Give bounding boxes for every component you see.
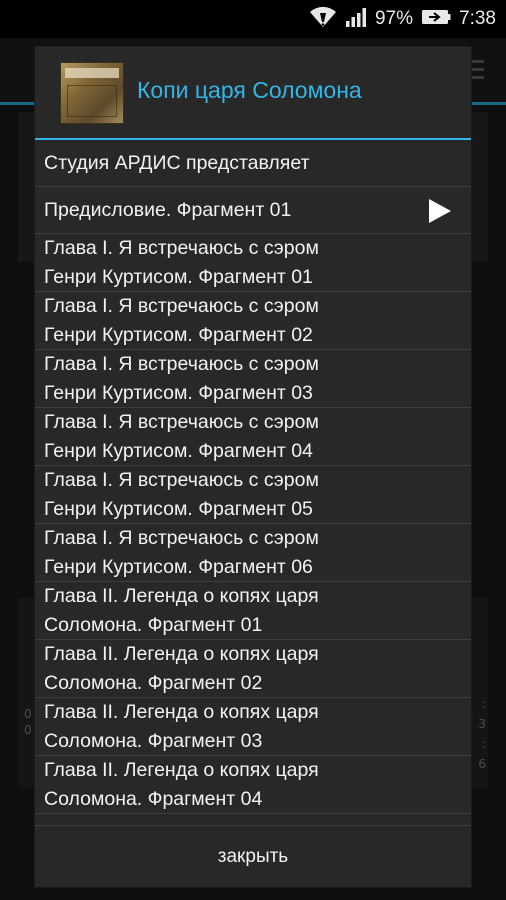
background-right-values: : 3 : 6 [478,697,486,771]
playlist-dialog: Копи царя Соломона Студия АРДИС представ… [35,47,471,887]
status-bar: 97% 7:38 [0,0,506,38]
item-label: Глава I. Я встречаюсь с сэром Генри Курти… [44,469,319,520]
wifi-icon [309,6,337,32]
list-item[interactable]: Глава II. Легенда о копях царя Соломона. … [35,582,471,640]
list-item[interactable]: Глава I. Я встречаюсь с сэром Генри Курти… [35,350,471,408]
list-item[interactable]: Глава I. Я встречаюсь с сэром Генри Курти… [35,408,471,466]
item-label: Глава II. Легенда о копях царя Соломона. … [44,643,319,694]
item-label: Глава II. Легенда о копях царя Соломона. … [44,585,319,636]
list-item[interactable]: Студия АРДИС представляет [35,140,471,187]
item-label: Студия АРДИС представляет [44,152,310,174]
play-icon[interactable] [429,199,451,223]
list-item[interactable]: Глава II. Легенда о копях царя Соломона. … [35,640,471,698]
item-label: Глава I. Я встречаюсь с сэром Генри Курти… [44,411,319,462]
item-label: Глава II. Легенда о копях царя Соломона. … [44,701,319,752]
background-left-values: 0 0 [24,707,32,737]
item-label: Глава I. Я встречаюсь с сэром Генри Курти… [44,237,319,288]
item-label: Предисловие. Фрагмент 01 [44,199,292,221]
signal-icon [345,6,367,32]
item-label: Глава II. Легенда о копях царя Соломона. … [44,759,319,810]
close-button[interactable]: закрыть [35,826,471,888]
list-item[interactable]: Глава I. Я встречаюсь с сэром Генри Курти… [35,292,471,350]
item-label: Глава I. Я встречаюсь с сэром Генри Курти… [44,527,319,578]
item-label: Глава I. Я встречаюсь с сэром Генри Курти… [44,295,319,346]
dialog-header: Копи царя Соломона [35,47,471,140]
chapter-list[interactable]: Студия АРДИС представляет Предисловие. Ф… [35,140,471,825]
overflow-menu-icon [470,60,484,84]
list-item[interactable]: Предисловие. Фрагмент 01 [35,187,471,234]
battery-percent: 97% [374,8,414,29]
list-item[interactable]: Глава I. Я встречаюсь с сэром Генри Курти… [35,466,471,524]
list-item[interactable]: Глава II. Легенда о копях царя Соломона. … [35,698,471,756]
list-item[interactable]: Глава I. Я встречаюсь с сэром Генри Курти… [35,524,471,582]
item-label: Глава I. Я встречаюсь с сэром Генри Курти… [44,353,319,404]
close-button-label: закрыть [217,846,289,867]
dialog-title: Копи царя Соломона [137,77,362,103]
clock: 7:38 [459,8,496,29]
battery-icon [421,7,451,31]
book-cover-image [60,62,124,124]
dialog-footer: закрыть [35,825,471,887]
list-item[interactable]: Глава I. Я встречаюсь с сэром Генри Курти… [35,234,471,292]
list-item[interactable]: Глава II. Легенда о копях царя Соломона. … [35,756,471,814]
